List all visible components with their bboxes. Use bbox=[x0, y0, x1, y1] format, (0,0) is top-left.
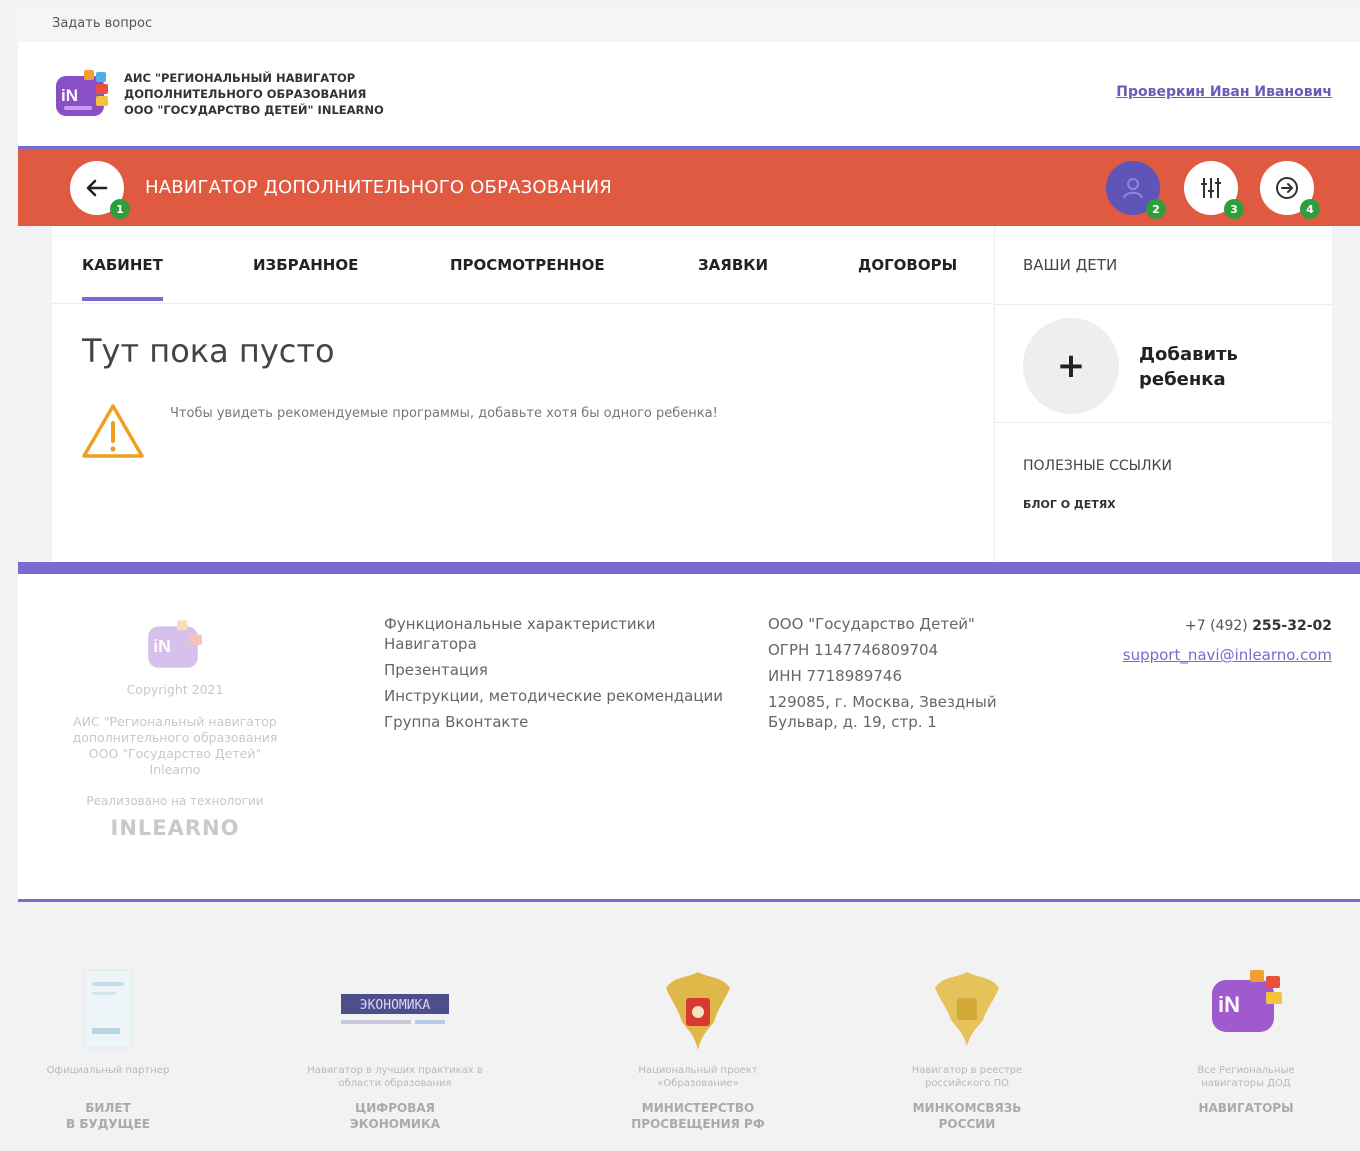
legal-ogrn: ОГРН 1147746809704 bbox=[768, 641, 939, 659]
empty-state-message: Чтобы увидеть рекомендуемые программы, д… bbox=[170, 406, 718, 421]
svg-text:ЭКОНОМИКА: ЭКОНОМИКА bbox=[360, 998, 431, 1013]
partner-name: МИНИСТЕРСТВО ПРОСВЕЩЕНИЯ РФ bbox=[631, 1101, 765, 1131]
add-child-label[interactable]: Добавить ребенка bbox=[1139, 342, 1238, 392]
inlearno-brand[interactable]: INLEARNO bbox=[52, 816, 298, 840]
partner-desc: Официальный партнер bbox=[46, 1065, 170, 1076]
back-button[interactable]: 1 bbox=[70, 161, 130, 219]
logout-button[interactable]: 4 bbox=[1260, 161, 1320, 219]
plus-icon: + bbox=[1056, 346, 1086, 386]
footer-link-vk-group[interactable]: Группа Вконтакте bbox=[384, 712, 723, 732]
user-profile-link[interactable]: Проверкин Иван Иванович bbox=[1116, 84, 1332, 100]
coat-of-arms-gold-icon bbox=[935, 972, 999, 1046]
site-footer: iN Copyright 2021 АИС "Региональный нави… bbox=[18, 562, 1360, 902]
cabinet-panel: КАБИНЕТ ИЗБРАННОЕ ПРОСМОТРЕННОЕ ЗАЯВКИ Д… bbox=[52, 226, 1332, 562]
partner-name: БИЛЕТ В БУДУЩЕЕ bbox=[66, 1101, 150, 1131]
inlearno-footer-logo-icon: iN bbox=[148, 620, 202, 668]
support-email-link[interactable]: support_navi@inlearno.com bbox=[1123, 646, 1332, 664]
svg-text:iN: iN bbox=[1218, 992, 1240, 1017]
children-sidebar: ВАШИ ДЕТИ + Добавить ребенка ПОЛЕЗНЫЕ СС… bbox=[994, 226, 1332, 562]
phone-prefix: +7 (492) bbox=[1185, 618, 1248, 634]
hint-badge-1: 1 bbox=[110, 199, 130, 219]
blog-about-children-link[interactable]: БЛОГ О ДЕТЯХ bbox=[1023, 498, 1116, 511]
logout-icon bbox=[1276, 177, 1298, 199]
partner-name: МИНКОМСВЯЗЬ РОССИИ bbox=[912, 1101, 1022, 1131]
warning-icon bbox=[82, 404, 144, 458]
org-name: АИС "РЕГИОНАЛЬНЫЙ НАВИГАТОР ДОПОЛНИТЕЛЬН… bbox=[124, 71, 384, 117]
hint-badge-2: 2 bbox=[1146, 199, 1166, 219]
arrow-left-icon bbox=[86, 179, 108, 197]
partner-name: ЦИФРОВАЯ ЭКОНОМИКА bbox=[349, 1101, 441, 1131]
empty-state-title: Тут пока пусто bbox=[82, 332, 335, 370]
ask-question-link[interactable]: Задать вопрос bbox=[52, 16, 152, 31]
partner-desc: Все Региональные навигаторы ДОД bbox=[1197, 1065, 1295, 1089]
contacts: +7 (492) 255-32-02 support_navi@inlearno… bbox=[1123, 618, 1332, 664]
navbar-title: НАВИГАТОР ДОПОЛНИТЕЛЬНОГО ОБРАЗОВАНИЯ bbox=[145, 177, 612, 198]
divider bbox=[995, 422, 1332, 423]
navigators-logo-icon: iN bbox=[1212, 970, 1282, 1032]
coat-of-arms-red-icon bbox=[666, 972, 730, 1050]
footer-org-name: АИС "Региональный навигатор дополнительн… bbox=[72, 714, 278, 777]
tab-applications[interactable]: ЗАЯВКИ bbox=[698, 256, 768, 274]
tab-bar: КАБИНЕТ ИЗБРАННОЕ ПРОСМОТРЕННОЕ ЗАЯВКИ Д… bbox=[52, 226, 992, 304]
site-header: iN АИС "РЕГИОНАЛЬНЫЙ НАВИГАТОР ДОПОЛНИТЕ… bbox=[18, 42, 1360, 146]
digital-economy-logo-icon: ЭКОНОМИКА bbox=[341, 994, 449, 1024]
partner-desc: Национальный проект «Образование» bbox=[638, 1065, 758, 1089]
tech-label: Реализовано на технологии bbox=[86, 794, 264, 808]
user-icon bbox=[1123, 178, 1143, 199]
tab-favorites[interactable]: ИЗБРАННОЕ bbox=[253, 256, 358, 274]
legal-address: 129085, г. Москва, Звездный Бульвар, д. … bbox=[768, 693, 997, 731]
useful-links-heading: ПОЛЕЗНЫЕ ССЫЛКИ bbox=[1023, 458, 1172, 474]
tab-contracts[interactable]: ДОГОВОРЫ bbox=[858, 256, 957, 274]
legal-company: ООО "Государство Детей" bbox=[768, 615, 975, 633]
main-navbar: 1 НАВИГАТОР ДОПОЛНИТЕЛЬНОГО ОБРАЗОВАНИЯ … bbox=[18, 146, 1360, 226]
profile-button[interactable]: 2 bbox=[1106, 161, 1166, 219]
footer-link-instructions[interactable]: Инструкции, методические рекомендации bbox=[384, 686, 723, 706]
footer-links: Функциональные характеристики Навигатора… bbox=[384, 614, 723, 738]
ticket-future-logo-icon bbox=[83, 969, 133, 1049]
svg-text:iN: iN bbox=[61, 86, 78, 105]
hint-badge-3: 3 bbox=[1224, 199, 1244, 219]
partner-name: НАВИГАТОРЫ bbox=[1198, 1101, 1294, 1115]
phone-number[interactable]: 255-32-02 bbox=[1252, 618, 1332, 634]
partner-desc: Навигатор в реестре российского ПО bbox=[911, 1065, 1023, 1089]
inlearno-logo-icon[interactable]: iN bbox=[52, 68, 112, 120]
hint-badge-4: 4 bbox=[1300, 199, 1320, 219]
legal-info: ООО "Государство Детей" ОГРН 11477468097… bbox=[768, 614, 1018, 738]
partners-strip: Официальный партнер БИЛЕТ В БУДУЩЕЕ ЭКОН… bbox=[18, 902, 1360, 1151]
footer-link-presentation[interactable]: Презентация bbox=[384, 660, 723, 680]
legal-inn: ИНН 7718989746 bbox=[768, 667, 902, 685]
divider bbox=[995, 304, 1332, 305]
top-bar: Задать вопрос bbox=[18, 6, 1360, 42]
your-children-heading: ВАШИ ДЕТИ bbox=[1023, 256, 1118, 274]
filters-button[interactable]: 3 bbox=[1184, 161, 1244, 219]
copyright: Copyright 2021 bbox=[126, 682, 224, 697]
tab-viewed[interactable]: ПРОСМОТРЕННОЕ bbox=[450, 256, 605, 274]
partner-desc: Навигатор в лучших практиках в области о… bbox=[307, 1065, 483, 1089]
svg-text:iN: iN bbox=[153, 636, 171, 656]
tab-cabinet[interactable]: КАБИНЕТ bbox=[82, 256, 163, 301]
sliders-icon bbox=[1201, 178, 1221, 198]
add-child-button[interactable]: + bbox=[1023, 318, 1119, 414]
footer-link-features[interactable]: Функциональные характеристики Навигатора bbox=[384, 614, 684, 654]
